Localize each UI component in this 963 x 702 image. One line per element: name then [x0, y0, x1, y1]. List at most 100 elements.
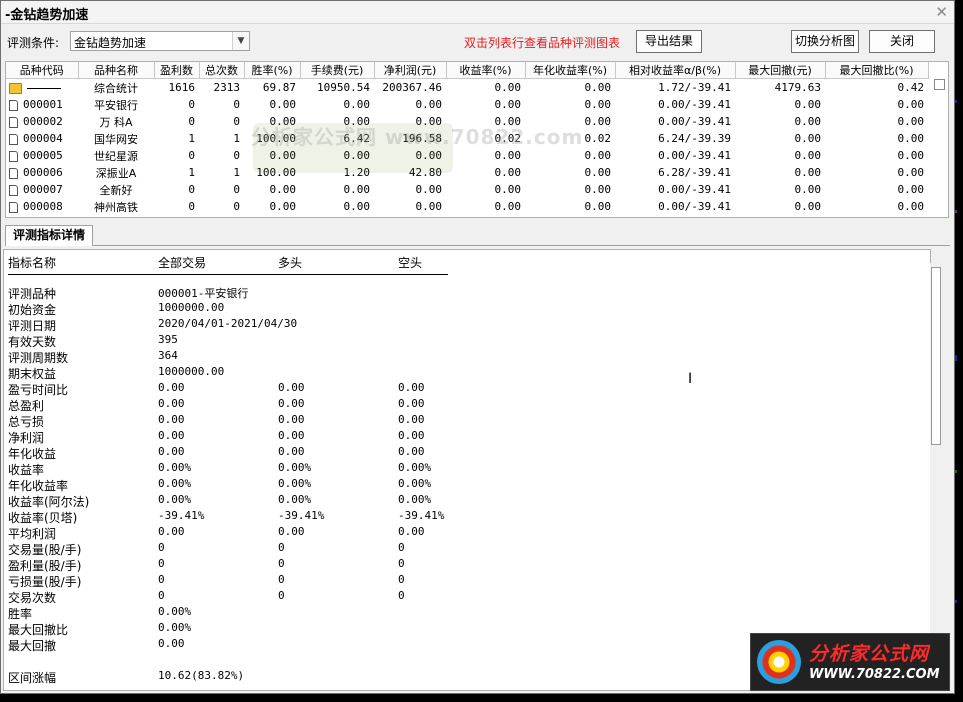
table-row[interactable]: 000006 深振业A 1 1 100.00 1.20 42.80 0.00 0.00 6.28/…: [6, 164, 928, 181]
cell-ddr: 0.00: [897, 132, 925, 145]
cell-rel: 6.24/-39.39: [658, 132, 731, 145]
cell-name: 全新好: [99, 183, 133, 197]
range-change-value: 10.62(83.82%): [158, 669, 245, 682]
detail-label: 交易次数: [8, 591, 57, 605]
table-row[interactable]: 000002 万 科A 0 0 0.00 0.00 0.00 0.00 0.00 0.00/-39…: [6, 113, 928, 130]
export-button[interactable]: 导出结果: [636, 30, 702, 53]
cell-ddr: 0.00: [897, 166, 925, 179]
column-header[interactable]: 总次数: [199, 62, 245, 79]
detail-all: 0.00: [158, 445, 185, 458]
cell-code-text: 000008: [23, 200, 63, 213]
column-header[interactable]: 盈利数: [154, 62, 200, 79]
details-scrollbar[interactable]: [930, 263, 943, 687]
cell-rate: 0.00: [269, 149, 297, 162]
column-header[interactable]: 年化收益率(%): [525, 62, 616, 79]
results-table: 品种代码 品种名称 盈利数 总次数 胜率(%) 手续费(元) 净利润(元) 收益…: [5, 61, 949, 218]
table-row[interactable]: 000005 世纪星源 0 0 0.00 0.00 0.00 0.00 0.00 0.00/-39…: [6, 147, 928, 164]
cell-win: 0: [188, 200, 195, 213]
cell-rel: 0.00/-39.41: [658, 149, 731, 162]
scrollbar-thumb[interactable]: [931, 267, 941, 445]
detail-long: -39.41%: [278, 509, 325, 522]
column-header[interactable]: 品种代码: [6, 62, 79, 79]
detail-long: 0.00: [278, 429, 305, 442]
cell-ret: 0.00: [494, 115, 522, 128]
detail-label: 收益率(贝塔): [8, 511, 78, 525]
file-icon: [9, 99, 18, 111]
cell-annual: 0.00: [584, 115, 612, 128]
detail-all: -39.41%: [158, 509, 205, 522]
table-scrollbar-checkbox[interactable]: [934, 79, 945, 90]
column-header[interactable]: 胜率(%): [244, 62, 301, 79]
table-row[interactable]: 000001 平安银行 0 0 0.00 0.00 0.00 0.00 0.00 0.00/-39…: [6, 96, 928, 113]
file-icon: [9, 133, 18, 145]
column-header[interactable]: 最大回撤比(%): [825, 62, 929, 79]
detail-short: 0.00: [398, 413, 425, 426]
detail-short: 0.00: [398, 397, 425, 410]
details-panel: 指标名称 全部交易 多头 空头 评测品种 000001-平安银行 初始资金 10000…: [3, 249, 931, 691]
window-title: -金钻趋势加速: [5, 8, 89, 23]
cell-code: 000004: [6, 130, 78, 147]
cell-rel: 0.00/-39.41: [658, 98, 731, 111]
close-button[interactable]: 关闭: [869, 30, 935, 53]
condition-value: 金钻趋势加速: [74, 36, 147, 50]
toolbar: 评测条件: 金钻趋势加速 ▼ 双击列表行查看品种评测图表 导出结果 切换分析图 …: [1, 24, 954, 60]
detail-long: 0: [278, 573, 285, 586]
cell-total: 0: [233, 200, 240, 213]
cell-ret: 0.00: [494, 81, 522, 94]
cell-rel: 6.28/-39.41: [658, 166, 731, 179]
cell-code: 000002: [6, 113, 78, 130]
detail-label: 平均利润: [8, 527, 57, 541]
table-row[interactable]: 综合统计 1616 2313 69.87 10950.54 200367.46 0.00 0.…: [6, 79, 928, 97]
cell-rate: 69.87: [262, 81, 296, 94]
detail-all: 395: [158, 333, 178, 346]
table-row[interactable]: 000004 国华网安 1 1 100.00 6.42 196.58 0.02 0.02 6.24…: [6, 130, 928, 147]
cell-profit: 196.58: [402, 132, 442, 145]
cell-annual: 0.02: [584, 132, 612, 145]
tab-indicator-details[interactable]: 评测指标详情: [5, 225, 93, 246]
cell-fee: 0.00: [343, 98, 371, 111]
detail-long: 0.00: [278, 525, 305, 538]
cell-profit: 0.00: [415, 98, 443, 111]
cell-code: 000005: [6, 147, 78, 164]
condition-select[interactable]: 金钻趋势加速 ▼: [70, 31, 250, 51]
cell-ddr: 0.00: [897, 98, 925, 111]
cell-win: 1616: [168, 81, 196, 94]
cell-annual: 0.00: [584, 166, 612, 179]
column-header[interactable]: 最大回撤(元): [735, 62, 826, 79]
cell-rel: 0.00/-39.41: [658, 183, 731, 196]
cell-code-text: 000004: [23, 132, 63, 145]
cell-dd: 0.00: [794, 98, 822, 111]
detail-long: 0: [278, 541, 285, 554]
detail-all: 0: [158, 557, 165, 570]
text-cursor-icon: I: [688, 371, 693, 387]
cell-dd: 0.00: [794, 132, 822, 145]
table-row[interactable]: 000007 全新好 0 0 0.00 0.00 0.00 0.00 0.00 0.00/-39.…: [6, 181, 928, 198]
cell-fee: 6.42: [343, 132, 371, 145]
switch-chart-button[interactable]: 切换分析图: [791, 30, 859, 53]
detail-all: 0.00: [158, 413, 185, 426]
detail-long: 0.00: [278, 397, 305, 410]
cell-profit: 0.00: [415, 200, 443, 213]
column-header[interactable]: 相对收益率α/β(%): [615, 62, 736, 79]
column-header[interactable]: 净利润(元): [374, 62, 447, 79]
background-chart-mark: [955, 470, 957, 473]
cell-win: 1: [188, 132, 195, 145]
column-header[interactable]: 品种名称: [78, 62, 155, 79]
cell-profit: 200367.46: [382, 81, 442, 94]
table-row[interactable]: 000008 神州高铁 0 0 0.00 0.00 0.00 0.00 0.00 0.00/-39…: [6, 198, 928, 215]
cell-annual: 0.00: [584, 81, 612, 94]
cell-name: 万 科A: [99, 115, 133, 129]
chevron-down-icon[interactable]: ▼: [232, 32, 249, 50]
close-icon[interactable]: ✕: [935, 3, 948, 21]
detail-label: 盈利量(股/手): [8, 559, 82, 573]
column-header[interactable]: 手续费(元): [300, 62, 375, 79]
detail-all: 0.00: [158, 525, 185, 538]
detail-long: 0.00: [278, 445, 305, 458]
cell-dd: 0.00: [794, 183, 822, 196]
range-change-label: 区间涨幅: [8, 671, 57, 685]
column-header[interactable]: 收益率(%): [446, 62, 526, 79]
cell-code: 000006: [6, 164, 78, 181]
detail-label: 收益率(阿尔法): [8, 495, 90, 509]
detail-long: 0: [278, 557, 285, 570]
cell-code-text: 000001: [23, 98, 63, 111]
